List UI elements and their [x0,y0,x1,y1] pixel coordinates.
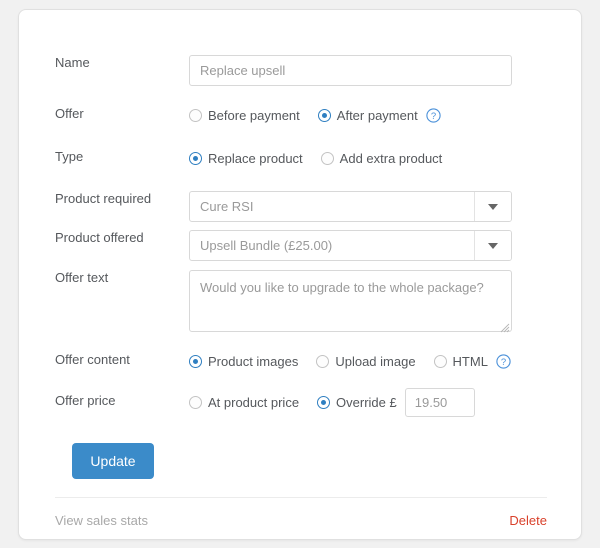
radio-override-price[interactable]: Override £ [317,388,475,417]
form-row-offer-text: Offer text [19,270,581,332]
radio-before-payment-indicator[interactable] [189,109,202,122]
control-offer-content: Product images Upload image HTML ? [189,352,581,370]
view-sales-stats-link[interactable]: View sales stats [55,513,148,528]
label-offer-price: Offer price [19,393,189,409]
help-circle-icon[interactable]: ? [496,354,511,369]
card-footer: View sales stats Delete [55,513,547,528]
radio-replace-product[interactable]: Replace product [189,151,303,166]
offer-radio-group: Before payment After payment ? [189,106,581,124]
control-product-required: Cure RSI [189,191,581,222]
form-row-offer-content: Offer content Product images Upload imag… [19,352,581,370]
label-type: Type [19,149,189,165]
radio-upload-image-label: Upload image [335,354,415,369]
offer-content-radio-group: Product images Upload image HTML ? [189,352,581,370]
svg-text:?: ? [431,111,436,122]
form-row-name: Name [19,55,581,86]
radio-upload-image[interactable]: Upload image [316,354,415,369]
product-required-select[interactable]: Cure RSI [189,191,512,222]
product-offered-select[interactable]: Upsell Bundle (£25.00) [189,230,512,261]
footer-divider [55,497,547,498]
radio-at-product-price[interactable]: At product price [189,395,299,410]
svg-text:?: ? [501,357,506,368]
product-offered-value: Upsell Bundle (£25.00) [190,231,474,260]
radio-html[interactable]: HTML ? [434,354,511,369]
label-offer-text: Offer text [19,270,189,286]
radio-product-images-label: Product images [208,354,298,369]
radio-upload-image-indicator[interactable] [316,355,329,368]
radio-at-product-price-label: At product price [208,395,299,410]
radio-after-payment[interactable]: After payment ? [318,108,441,123]
radio-add-extra-product-indicator[interactable] [321,152,334,165]
upsell-offer-card: Name Offer Before payment After payment [18,9,582,540]
help-circle-icon[interactable]: ? [426,108,441,123]
form-row-offer: Offer Before payment After payment ? [19,106,581,124]
offer-price-radio-group: At product price Override £ [189,393,581,411]
radio-before-payment-label: Before payment [208,108,300,123]
form-row-product-required: Product required Cure RSI [19,191,581,222]
control-offer-text [189,270,581,332]
form-row-offer-price: Offer price At product price Override £ [19,393,581,411]
control-type: Replace product Add extra product [189,149,581,167]
radio-after-payment-indicator[interactable] [318,109,331,122]
radio-add-extra-product[interactable]: Add extra product [321,151,443,166]
form-row-type: Type Replace product Add extra product [19,149,581,167]
radio-after-payment-label: After payment [337,108,418,123]
radio-replace-product-label: Replace product [208,151,303,166]
radio-add-extra-product-label: Add extra product [340,151,443,166]
chevron-down-icon[interactable] [474,231,511,260]
radio-product-images-indicator[interactable] [189,355,202,368]
control-name [189,55,581,86]
radio-replace-product-indicator[interactable] [189,152,202,165]
override-price-input[interactable] [405,388,475,417]
radio-html-indicator[interactable] [434,355,447,368]
form-row-product-offered: Product offered Upsell Bundle (£25.00) [19,230,581,261]
radio-product-images[interactable]: Product images [189,354,298,369]
label-name: Name [19,55,189,71]
type-radio-group: Replace product Add extra product [189,149,581,167]
control-offer: Before payment After payment ? [189,106,581,124]
radio-at-product-price-indicator[interactable] [189,396,202,409]
radio-before-payment[interactable]: Before payment [189,108,300,123]
update-button[interactable]: Update [72,443,154,479]
offer-text-textarea[interactable] [189,270,512,332]
radio-override-price-indicator[interactable] [317,396,330,409]
label-offer-content: Offer content [19,352,189,368]
control-offer-price: At product price Override £ [189,393,581,411]
radio-override-price-label: Override £ [336,395,397,410]
chevron-down-icon[interactable] [474,192,511,221]
control-product-offered: Upsell Bundle (£25.00) [189,230,581,261]
label-product-offered: Product offered [19,230,189,246]
delete-link[interactable]: Delete [509,513,547,528]
product-required-value: Cure RSI [190,192,474,221]
label-product-required: Product required [19,191,189,207]
name-input[interactable] [189,55,512,86]
radio-html-label: HTML [453,354,488,369]
label-offer: Offer [19,106,189,122]
